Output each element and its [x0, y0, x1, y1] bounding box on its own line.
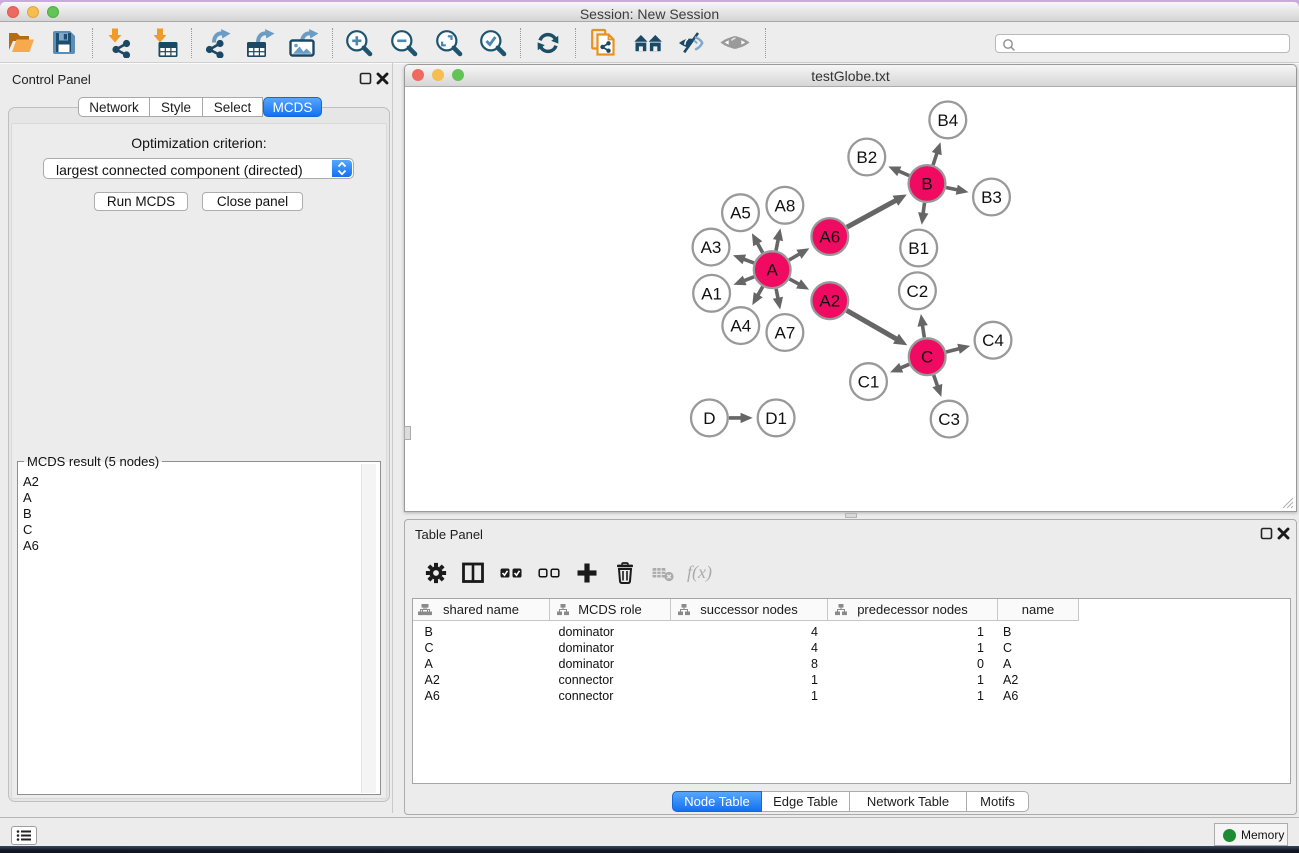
svg-text:A: A [767, 261, 779, 280]
svg-text:A7: A7 [775, 324, 796, 343]
svg-text:C4: C4 [982, 331, 1004, 350]
svg-text:A3: A3 [701, 238, 722, 257]
svg-text:D1: D1 [765, 409, 787, 428]
svg-text:A2: A2 [819, 292, 840, 311]
svg-text:C3: C3 [938, 410, 960, 429]
svg-text:A4: A4 [730, 317, 751, 336]
svg-text:B3: B3 [981, 188, 1002, 207]
svg-text:D: D [703, 409, 715, 428]
svg-text:B2: B2 [856, 148, 877, 167]
svg-text:A1: A1 [701, 284, 722, 303]
svg-text:B: B [921, 175, 932, 194]
svg-text:A5: A5 [730, 204, 751, 223]
svg-text:C: C [921, 348, 933, 367]
svg-text:B4: B4 [937, 111, 958, 130]
svg-text:B1: B1 [908, 239, 929, 258]
svg-text:C1: C1 [858, 373, 880, 392]
svg-text:C2: C2 [907, 282, 929, 301]
svg-text:A6: A6 [819, 228, 840, 247]
svg-text:A8: A8 [775, 196, 796, 215]
